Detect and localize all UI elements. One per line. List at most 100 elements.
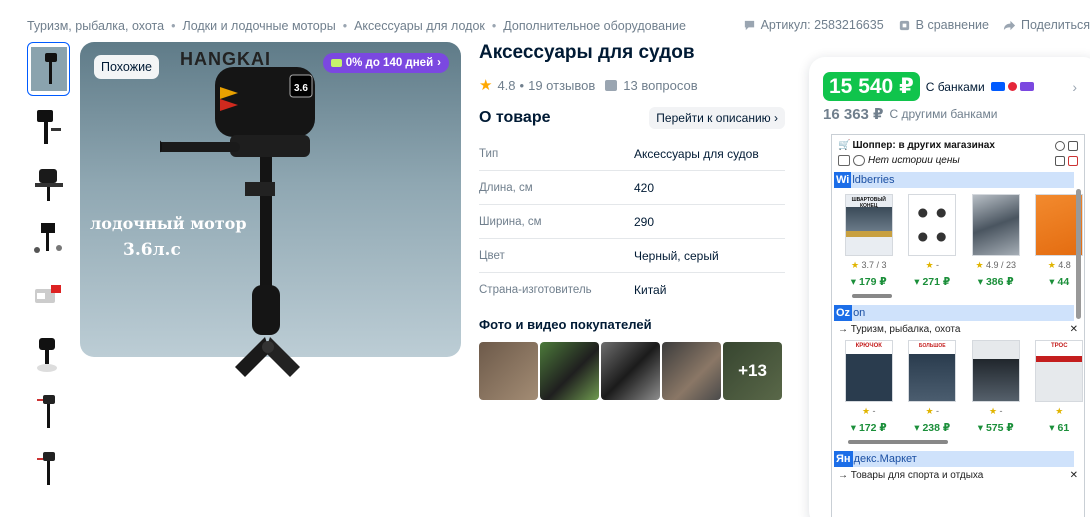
settings-icon[interactable]: [1055, 140, 1065, 151]
offer-card[interactable]: КРЮЧОК ★ - ▾ 172 ₽: [844, 340, 894, 434]
breadcrumb-separator: •: [342, 19, 348, 33]
price-panel: 15 540 ₽ С банками › 16 363 ₽ С другими …: [809, 57, 1090, 517]
offer-price: ▾ 575 ₽: [977, 422, 1014, 434]
offer-rating: ★ -: [925, 406, 940, 416]
store-items-row: ШВАРТОВЫЙ КОНЕЦ ★ 3.7 / 3 ▾ 179 ₽ ★ - ▾ …: [832, 188, 1084, 288]
price-with-bank[interactable]: 15 540 ₽ С банками: [823, 72, 1034, 101]
vertical-scrollbar[interactable]: [1075, 183, 1082, 503]
question-icon: [605, 79, 618, 91]
store-category: → Товары для спорта и отдыха ✕: [838, 470, 1078, 481]
product-thumbnail-image: [36, 338, 57, 372]
spec-row: Длина, см 420: [479, 171, 785, 205]
customer-photo[interactable]: [662, 342, 721, 400]
shopper-title: 🛒 Шоппер: в других магазинах: [838, 140, 995, 151]
eye-icon[interactable]: [853, 155, 865, 166]
rating-value: 4.8: [497, 77, 516, 93]
offer-card[interactable]: ★ - ▾ 271 ₽: [908, 194, 958, 288]
questions-link[interactable]: 13 вопросов: [623, 78, 697, 93]
chevron-right-icon[interactable]: ›: [1072, 79, 1077, 95]
customer-photo[interactable]: [601, 342, 660, 400]
shopper-header: 🛒 Шоппер: в других магазинах: [832, 135, 1084, 153]
ozon-bank-icon: [990, 82, 1005, 91]
product-actions: Артикул: 2583216635 В сравнение Поделить…: [743, 18, 1090, 32]
separator-dot: •: [519, 77, 525, 93]
breadcrumb-item[interactable]: Лодки и лодочные моторы: [182, 19, 335, 33]
offer-rating: ★ 3.7 / 3: [850, 260, 887, 270]
offer-rating: ★ -: [988, 406, 1003, 416]
thumbnail-4[interactable]: [27, 213, 70, 267]
share-icon: [1003, 20, 1016, 30]
breadcrumb-item[interactable]: Дополнительное оборудование: [503, 19, 686, 33]
spec-row: Цвет Черный, серый: [479, 239, 785, 273]
customer-photo[interactable]: [540, 342, 599, 400]
main-product-image[interactable]: лодочный мотор 3.6л.с HANGKAI 3.6 Похожи…: [80, 42, 461, 414]
offer-card[interactable]: БОЛЬШОЕ ★ - ▾ 238 ₽: [908, 340, 958, 434]
thumbnail-7[interactable]: [27, 384, 70, 438]
offer-image: БОЛЬШОЕ: [908, 340, 957, 402]
offer-image: ШВАРТОВЫЙ КОНЕЦ: [844, 194, 893, 256]
product-thumbnail-image: [34, 169, 63, 201]
product-thumbnail-image: [30, 47, 67, 91]
thumbnail-3[interactable]: [27, 156, 70, 210]
breadcrumb-item[interactable]: Туризм, рыбалка, охота: [27, 19, 164, 33]
sort-icon[interactable]: [838, 155, 850, 166]
offer-image: [971, 194, 1020, 256]
customer-photo-more[interactable]: +13: [723, 342, 782, 400]
compare-button[interactable]: В сравнение: [898, 18, 989, 32]
list-view-icon[interactable]: [1055, 155, 1065, 166]
offer-image: КРЮЧОК: [844, 340, 893, 402]
customer-photo[interactable]: [479, 342, 538, 400]
horizontal-scrollbar[interactable]: [840, 293, 1072, 299]
store-items-row: КРЮЧОК ★ - ▾ 172 ₽ БОЛЬШОЕ ★ - ▾ 238 ₽ ★…: [832, 338, 1084, 434]
horizontal-scrollbar[interactable]: [840, 439, 1072, 445]
product-title: Аксессуары для судов: [479, 42, 695, 63]
product-thumbnail-image: [36, 110, 61, 144]
reviews-link[interactable]: 19 отзывов: [528, 78, 595, 93]
about-header: О товаре Перейти к описанию ›: [479, 107, 785, 129]
thumbnail-6[interactable]: [27, 327, 70, 381]
price-history-status: Нет истории цены: [868, 155, 960, 166]
price-main: 15 540 ₽: [823, 72, 920, 101]
shopper-subheader: Нет истории цены: [832, 153, 1084, 168]
thumbnail-8[interactable]: [27, 441, 70, 495]
bank-logo-icon: [1007, 82, 1017, 91]
breadcrumb-separator: •: [491, 19, 497, 33]
star-icon: ★: [479, 77, 493, 94]
card-icon: [330, 59, 342, 67]
offer-price: ▾ 386 ₽: [977, 276, 1014, 288]
product-thumbnail-image: [33, 223, 62, 253]
share-button[interactable]: Поделиться: [1003, 18, 1090, 32]
product-info: Аксессуары для судов ★ 4.8 • 19 отзывов …: [479, 42, 785, 400]
thumbnail-list: [27, 42, 71, 498]
breadcrumb-item[interactable]: Аксессуары для лодок: [354, 19, 485, 33]
offer-card[interactable]: ★ 4.9 / 23 ▾ 386 ₽: [971, 194, 1021, 288]
store-header-ozon[interactable]: Oz on: [834, 305, 1074, 321]
article-copy[interactable]: Артикул: 2583216635: [743, 18, 884, 32]
price-bank-label: С банками: [925, 79, 985, 94]
spec-row: Ширина, см 290: [479, 205, 785, 239]
spec-row: Тип Аксессуары для судов: [479, 137, 785, 171]
offer-rating: ★ -: [925, 260, 940, 270]
go-to-description-button[interactable]: Перейти к описанию ›: [649, 107, 785, 129]
store-header-yandex-market[interactable]: Ян декс.Маркет: [834, 451, 1074, 467]
thumbnail-2[interactable]: [27, 99, 70, 153]
offer-image: [908, 194, 957, 256]
offer-card[interactable]: ★ - ▾ 575 ₽: [971, 340, 1021, 434]
thumbnail-5[interactable]: [27, 270, 70, 324]
spec-row: Страна-изготовитель Китай: [479, 283, 667, 297]
offer-price: ▾ 238 ₽: [914, 422, 951, 434]
offer-rating: ★ -: [861, 406, 876, 416]
offer-card[interactable]: ШВАРТОВЫЙ КОНЕЦ ★ 3.7 / 3 ▾ 179 ₽: [844, 194, 894, 288]
thumbnail-1[interactable]: [27, 42, 70, 96]
specs-table: Тип Аксессуары для судов Длина, см 420 Шир…: [479, 137, 785, 307]
installment-promo-badge[interactable]: 0% до 140 дней ›: [322, 53, 449, 73]
price-old-label: С другими банками: [889, 107, 998, 121]
store-header-wildberries[interactable]: Wi ldberries: [834, 172, 1074, 188]
bank-logos: [990, 82, 1034, 91]
collapse-icon[interactable]: [1068, 140, 1078, 151]
more-photos-count: +13: [723, 342, 782, 400]
chart-icon[interactable]: [1068, 155, 1078, 166]
similar-items-button[interactable]: Похожие: [94, 55, 160, 79]
price-old: 16 363 ₽: [823, 106, 884, 123]
product-thumbnail-image: [36, 452, 55, 485]
